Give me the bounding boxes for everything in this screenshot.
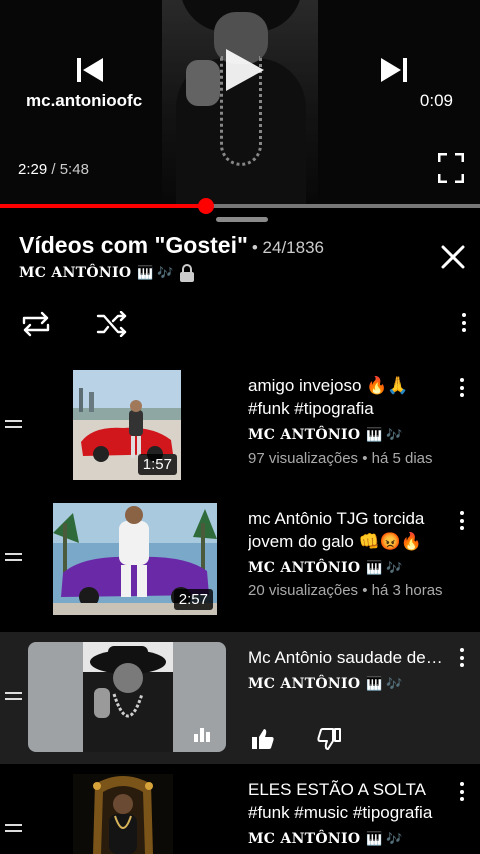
video-player[interactable]: mc.antonioofc 0:09 2:29 / 5:48 <box>0 0 480 207</box>
video-channel: MC ANTÔNIO 🎹 🎶 <box>248 427 402 443</box>
seek-bar-knob[interactable] <box>198 198 215 214</box>
previous-icon[interactable] <box>76 57 104 83</box>
video-channel-emoji: 🎹 🎶 <box>366 676 403 691</box>
total-duration: 5:48 <box>59 161 89 178</box>
video-channel-emoji: 🎹 🎶 <box>366 831 403 846</box>
video-duration: 1:57 <box>137 454 177 475</box>
video-channel-emoji: 🎹 🎶 <box>366 427 403 442</box>
sheet-drag-handle[interactable] <box>216 217 268 222</box>
reorder-icon[interactable] <box>5 824 22 835</box>
close-icon[interactable] <box>440 244 466 270</box>
reorder-icon[interactable] <box>5 553 22 564</box>
list-item[interactable]: ELES ESTÃO A SOLTA #funk #music #tipogra… <box>0 770 480 854</box>
video-channel: MC ANTÔNIO 🎹 🎶 <box>248 560 402 576</box>
playlist-owner[interactable]: MC ANTÔNIO 🎹 🎶 <box>19 264 195 282</box>
video-duration: 2:57 <box>173 589 213 610</box>
current-time: 2:29 <box>18 161 48 178</box>
video-channel-emoji: 🎹 🎶 <box>366 560 403 575</box>
video-thumbnail[interactable] <box>28 642 226 752</box>
playlist-header: Vídeos com "Gostei" • 24/1836 <box>19 232 324 259</box>
list-item-now-playing[interactable]: Mc Antônio saudade de você MC ANTÔNIO 🎹 … <box>0 632 480 764</box>
loop-icon[interactable] <box>20 311 52 337</box>
time-display: 2:29 / 5:48 <box>18 161 89 178</box>
seek-bar[interactable] <box>0 198 480 214</box>
reorder-icon[interactable] <box>5 692 22 703</box>
seek-bar-fill <box>0 204 207 208</box>
video-channel-name: MC ANTÔNIO <box>248 560 361 576</box>
video-meta: 97 visualizações • há 5 dias <box>248 450 433 467</box>
video-thumbnail[interactable] <box>73 774 173 854</box>
video-channel-name: MC ANTÔNIO <box>248 831 361 847</box>
play-icon[interactable] <box>222 47 266 93</box>
video-channel-name: MC ANTÔNIO <box>248 427 361 443</box>
playlist-position: • 24/1836 <box>251 238 325 257</box>
reorder-icon[interactable] <box>5 420 22 431</box>
dislike-icon[interactable] <box>317 727 341 751</box>
video-more-icon[interactable] <box>459 511 465 533</box>
video-more-icon[interactable] <box>459 782 465 804</box>
video-more-icon[interactable] <box>459 648 465 670</box>
video-more-icon[interactable] <box>459 378 465 400</box>
video-meta: 20 visualizações • há 3 horas <box>248 582 443 599</box>
list-item[interactable]: 2:57 mc Antônio TJG torcida jovem do gal… <box>0 495 480 625</box>
video-title[interactable]: mc Antônio TJG torcida jovem do galo 👊😡🔥 <box>248 507 446 553</box>
video-thumbnail[interactable]: 1:57 <box>73 370 181 480</box>
player-top-time: 0:09 <box>419 91 453 110</box>
playlist-more-icon[interactable] <box>461 313 467 335</box>
video-title[interactable]: ELES ESTÃO A SOLTA #funk #music #tipogra… <box>248 778 446 824</box>
video-thumbnail[interactable]: 2:57 <box>53 503 217 615</box>
next-icon[interactable] <box>380 57 408 83</box>
time-separator: / <box>51 161 56 178</box>
equalizer-icon <box>194 728 212 742</box>
video-channel-name: MC ANTÔNIO <box>248 676 361 692</box>
shuffle-icon[interactable] <box>96 311 128 337</box>
video-channel: MC ANTÔNIO 🎹 🎶 <box>248 676 402 692</box>
list-item[interactable]: 1:57 amigo invejoso 🔥🙏 #funk #tipografia… <box>0 365 480 489</box>
thumbnail-image <box>73 774 173 854</box>
video-channel: MC ANTÔNIO 🎹 🎶 <box>248 831 402 847</box>
video-title[interactable]: Mc Antônio saudade de você <box>248 646 446 669</box>
fullscreen-icon[interactable] <box>438 153 464 183</box>
owner-emoji: 🎹 🎶 <box>137 265 174 280</box>
playlist-title: Vídeos com "Gostei" <box>19 232 248 258</box>
player-channel-name[interactable]: mc.antonioofc <box>26 91 142 111</box>
video-title[interactable]: amigo invejoso 🔥🙏 #funk #tipografia <box>248 374 446 420</box>
playlist-owner-name: MC ANTÔNIO <box>19 265 132 281</box>
lock-icon <box>180 264 195 282</box>
like-icon[interactable] <box>251 727 275 751</box>
